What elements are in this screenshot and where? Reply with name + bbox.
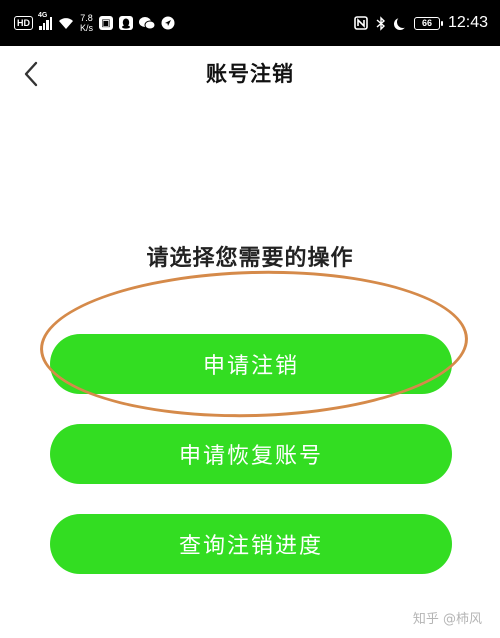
hd-icon: HD [14,16,33,30]
restore-account-button[interactable]: 申请恢复账号 [50,424,452,484]
clock: 12:43 [447,14,488,31]
battery-icon: 66 [413,16,443,30]
apply-cancel-button[interactable]: 申请注销 [50,334,452,394]
signal-icon: 4G [38,12,52,30]
net-speed: 7.8 K/s [80,13,93,33]
app-notification-icon: ▣ [99,16,114,30]
bluetooth-icon [376,15,385,31]
watermark: 知乎 @柿风 [412,612,482,627]
nfc-icon [354,16,368,30]
moon-icon [397,16,409,28]
network-type-label: 4G [38,12,48,19]
operation-prompt: 请选择您需要的操作 [146,246,354,271]
location-icon [161,16,175,30]
net-speed-unit: K/s [80,23,94,33]
wechat-icon [139,17,156,30]
qq-icon [119,16,134,30]
status-bar: HD 4G 7.8 K/s ▣ 66 12:43 [0,0,500,46]
status-bar-left: HD 4G 7.8 K/s ▣ [14,0,175,46]
wifi-icon [59,17,73,29]
page-title: 账号注销 [206,62,294,86]
query-progress-button[interactable]: 查询注销进度 [50,514,452,574]
net-speed-value: 7.8 [80,13,93,23]
status-bar-right: 66 12:43 [354,0,488,46]
battery-level: 66 [421,18,432,28]
